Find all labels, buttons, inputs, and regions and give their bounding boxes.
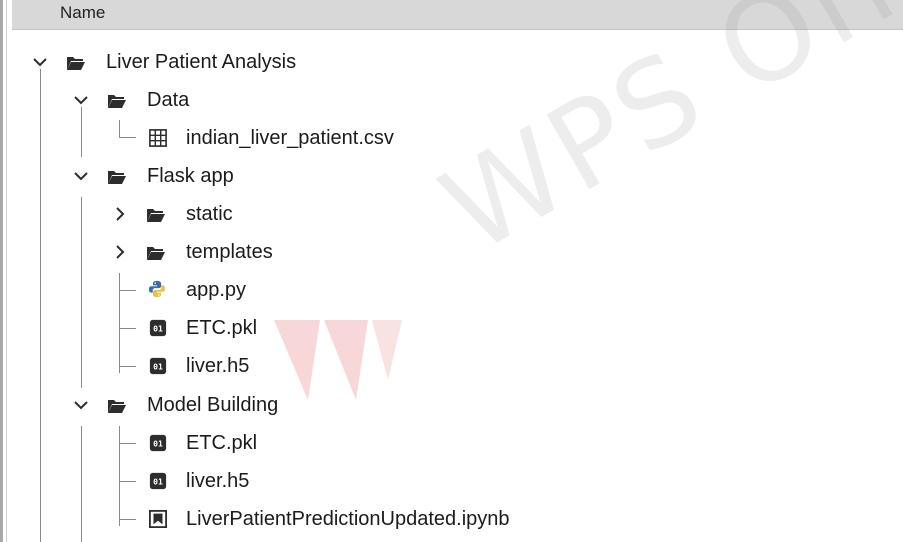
tree-item-flask-app[interactable]: Flask app (0, 158, 903, 196)
tree-item-liver-patient-analysis[interactable]: Liver Patient Analysis (0, 44, 903, 82)
chevron-right-icon[interactable] (111, 205, 129, 223)
chevron-down-icon[interactable] (72, 167, 90, 185)
tree-item-model-building[interactable]: Model Building (0, 387, 903, 425)
tree-item-label: Data (147, 89, 190, 111)
tree-item-label: Liver Patient Analysis (106, 51, 297, 73)
svg-text:01: 01 (153, 477, 163, 487)
svg-text:01: 01 (153, 324, 163, 334)
tree-item-label: LiverPatientPredictionUpdated.ipynb (186, 508, 510, 530)
tree-item-label: static (186, 203, 233, 225)
tree-item-label: indian_liver_patient.csv (186, 127, 394, 149)
tree-item-static[interactable]: static (0, 196, 903, 234)
tree-item-indian-liver-patient-csv[interactable]: indian_liver_patient.csv (0, 120, 903, 158)
tree-item-label: app.py (186, 279, 247, 301)
binary-file-icon: 01 (149, 472, 167, 490)
folder-open-icon (67, 57, 85, 70)
svg-text:01: 01 (153, 439, 163, 449)
notebook-icon (149, 510, 167, 528)
tree-item-etc-pkl[interactable]: 01 ETC.pkl (0, 310, 903, 348)
folder-open-icon (147, 209, 165, 222)
tree-item-label: Model Building (147, 394, 279, 416)
tree-item-etc-pkl[interactable]: 01 ETC.pkl (0, 425, 903, 463)
chevron-down-icon[interactable] (31, 53, 49, 71)
tree-item-label: liver.h5 (186, 470, 250, 492)
folder-open-icon (147, 247, 165, 260)
tree-item-app-py[interactable]: app.py (0, 272, 903, 310)
tree-item-templates[interactable]: templates (0, 234, 903, 272)
binary-file-icon: 01 (149, 434, 167, 452)
chevron-down-icon[interactable] (72, 91, 90, 109)
chevron-right-icon[interactable] (111, 243, 129, 261)
tree-item-label: ETC.pkl (186, 317, 258, 339)
folder-open-icon (108, 171, 126, 184)
chevron-down-icon[interactable] (72, 396, 90, 414)
tree-item-data[interactable]: Data (0, 82, 903, 120)
tree-item-label: Flask app (147, 165, 234, 187)
tree-item-liver-patient-prediction-updated-ipynb[interactable]: LiverPatientPredictionUpdated.ipynb (0, 501, 903, 539)
name-column-header-label: Name (60, 3, 106, 22)
tree-item-label: ETC.pkl (186, 432, 258, 454)
tree-item-label: templates (186, 241, 273, 263)
svg-text:01: 01 (153, 362, 163, 372)
binary-file-icon: 01 (149, 357, 167, 375)
python-icon (148, 280, 166, 298)
column-header[interactable]: Name (12, 0, 903, 30)
file-tree: Liver Patient Analysis Data indian_liver… (0, 30, 903, 542)
table-icon (149, 129, 167, 147)
tree-item-liver-h5[interactable]: 01 liver.h5 (0, 463, 903, 501)
file-explorer-window: Name Liver Patient Analysis Data indian_… (0, 0, 903, 542)
tree-item-liver-h5[interactable]: 01 liver.h5 (0, 348, 903, 386)
tree-item-label: liver.h5 (186, 355, 250, 377)
folder-open-icon (108, 95, 126, 108)
folder-open-icon (108, 400, 126, 413)
binary-file-icon: 01 (149, 319, 167, 337)
